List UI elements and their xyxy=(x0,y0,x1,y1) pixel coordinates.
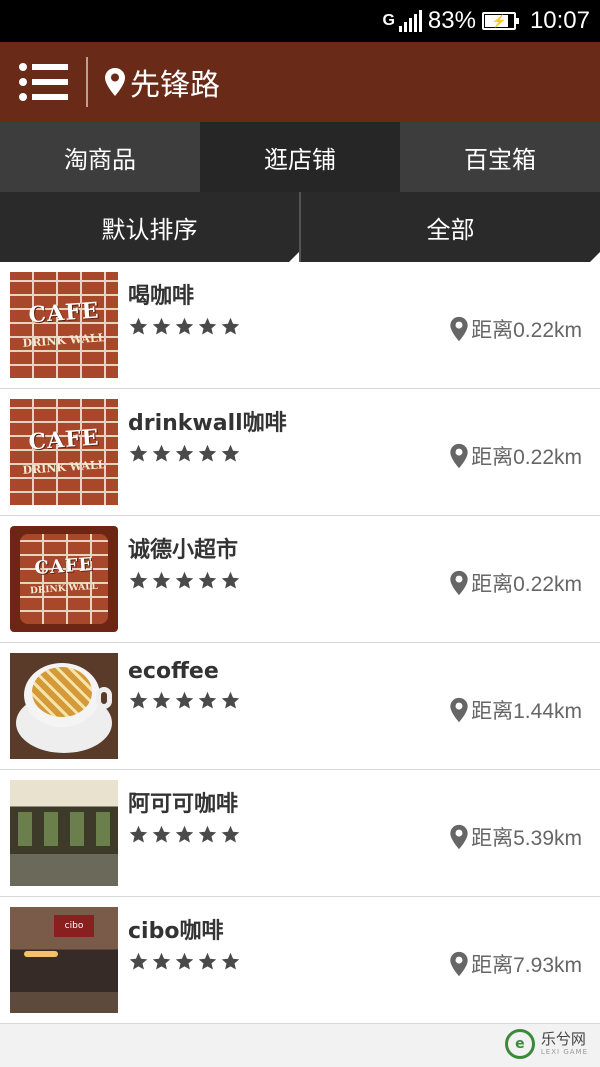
shop-name: 诚德小超市 xyxy=(128,538,239,563)
sort-order-label: 默认排序 xyxy=(101,215,198,244)
shop-distance: 距离0.22km xyxy=(449,314,582,344)
menu-button[interactable] xyxy=(0,57,88,107)
sort-filter-bar: 默认排序 全部 xyxy=(0,192,600,262)
star-icon xyxy=(129,571,148,589)
star-icon xyxy=(152,825,171,843)
star-icon xyxy=(129,952,148,970)
shop-name: ecoffee xyxy=(128,659,219,684)
map-pin-icon xyxy=(450,824,468,850)
category-tabs: 淘商品 逛店铺 百宝箱 xyxy=(0,122,600,192)
tab-shops[interactable]: 逛店铺 xyxy=(200,122,400,192)
shop-distance: 距离0.22km xyxy=(449,441,582,471)
shop-list-item[interactable]: CAFE DRINK WALL 喝咖啡 距离0.22km xyxy=(0,262,600,389)
shop-distance: 距离1.44km xyxy=(449,695,582,725)
battery-percent: 83% xyxy=(427,7,476,34)
shop-thumbnail: CAFE DRINK WALL xyxy=(10,272,118,378)
shop-list-item[interactable]: CAFE DRINK WALL drinkwall咖啡 距离0.22km xyxy=(0,389,600,516)
map-pin-icon xyxy=(105,68,125,96)
star-icon xyxy=(152,571,171,589)
shop-distance: 距离0.22km xyxy=(449,568,582,598)
star-icon xyxy=(175,952,194,970)
shop-distance: 距离7.93km xyxy=(449,949,582,979)
star-icon xyxy=(198,444,217,462)
shop-list: CAFE DRINK WALL 喝咖啡 距离0.22km CAFE DRINK … xyxy=(0,262,600,1024)
map-pin-icon xyxy=(450,570,468,596)
star-icon xyxy=(152,952,171,970)
star-icon xyxy=(198,691,217,709)
tab-treasure-box[interactable]: 百宝箱 xyxy=(400,122,600,192)
shop-thumbnail: CAFE DRINK WALL xyxy=(10,526,118,632)
dropdown-corner-icon xyxy=(590,252,600,262)
shop-name: 喝咖啡 xyxy=(128,284,195,309)
tab-products[interactable]: 淘商品 xyxy=(0,122,200,192)
category-filter-label: 全部 xyxy=(426,215,475,244)
star-icon xyxy=(198,952,217,970)
star-icon xyxy=(129,691,148,709)
category-filter-dropdown[interactable]: 全部 xyxy=(301,192,600,262)
watermark-sub: LEXI GAME xyxy=(540,1048,588,1056)
map-pin-icon xyxy=(450,697,468,723)
star-icon xyxy=(221,444,240,462)
shop-name: 阿可可咖啡 xyxy=(128,792,239,817)
star-icon xyxy=(175,444,194,462)
star-icon xyxy=(198,571,217,589)
star-icon xyxy=(221,825,240,843)
shop-distance: 距离5.39km xyxy=(449,822,582,852)
status-bar: G 83% ⚡ 10:07 xyxy=(0,0,600,42)
star-icon xyxy=(175,317,194,335)
map-pin-icon xyxy=(450,316,468,342)
star-icon xyxy=(221,691,240,709)
star-icon xyxy=(152,317,171,335)
brand-logo-icon: e xyxy=(504,1029,535,1059)
location-selector[interactable]: 先锋路 xyxy=(104,60,220,104)
clock: 10:07 xyxy=(529,7,590,34)
star-icon xyxy=(175,691,194,709)
shop-thumbnail: cibo xyxy=(10,907,118,1013)
map-pin-icon xyxy=(450,443,468,469)
star-icon xyxy=(129,317,148,335)
signal-icon: G xyxy=(382,10,422,32)
shop-list-item[interactable]: cibo cibo咖啡 距离7.93km xyxy=(0,897,600,1024)
shop-list-item[interactable]: CAFE DRINK WALL 诚德小超市 距离0.22km xyxy=(0,516,600,643)
app-header: 先锋路 xyxy=(0,42,600,122)
shop-thumbnail: CAFE DRINK WALL xyxy=(10,399,118,505)
star-icon xyxy=(175,825,194,843)
star-icon xyxy=(152,444,171,462)
watermark: e 乐兮网 LEXI GAME xyxy=(504,1029,588,1059)
star-icon xyxy=(198,825,217,843)
star-icon xyxy=(221,317,240,335)
star-icon xyxy=(175,571,194,589)
map-pin-icon xyxy=(450,951,468,977)
battery-icon: ⚡ xyxy=(481,12,519,30)
shop-thumbnail xyxy=(10,653,118,759)
shop-list-item[interactable]: ecoffee 距离1.44km xyxy=(0,643,600,770)
sort-order-dropdown[interactable]: 默认排序 xyxy=(0,192,301,262)
star-icon xyxy=(129,444,148,462)
shop-thumbnail xyxy=(10,780,118,886)
list-menu-icon xyxy=(18,63,68,101)
star-icon xyxy=(221,952,240,970)
dropdown-corner-icon xyxy=(289,252,299,262)
watermark-brand: 乐兮网 xyxy=(540,1030,586,1048)
star-icon xyxy=(198,317,217,335)
star-icon xyxy=(152,691,171,709)
star-icon xyxy=(129,825,148,843)
shop-name: cibo咖啡 xyxy=(128,919,224,944)
shop-name: drinkwall咖啡 xyxy=(128,411,287,436)
star-icon xyxy=(221,571,240,589)
location-label: 先锋路 xyxy=(130,68,220,103)
shop-list-item[interactable]: 阿可可咖啡 距离5.39km xyxy=(0,770,600,897)
